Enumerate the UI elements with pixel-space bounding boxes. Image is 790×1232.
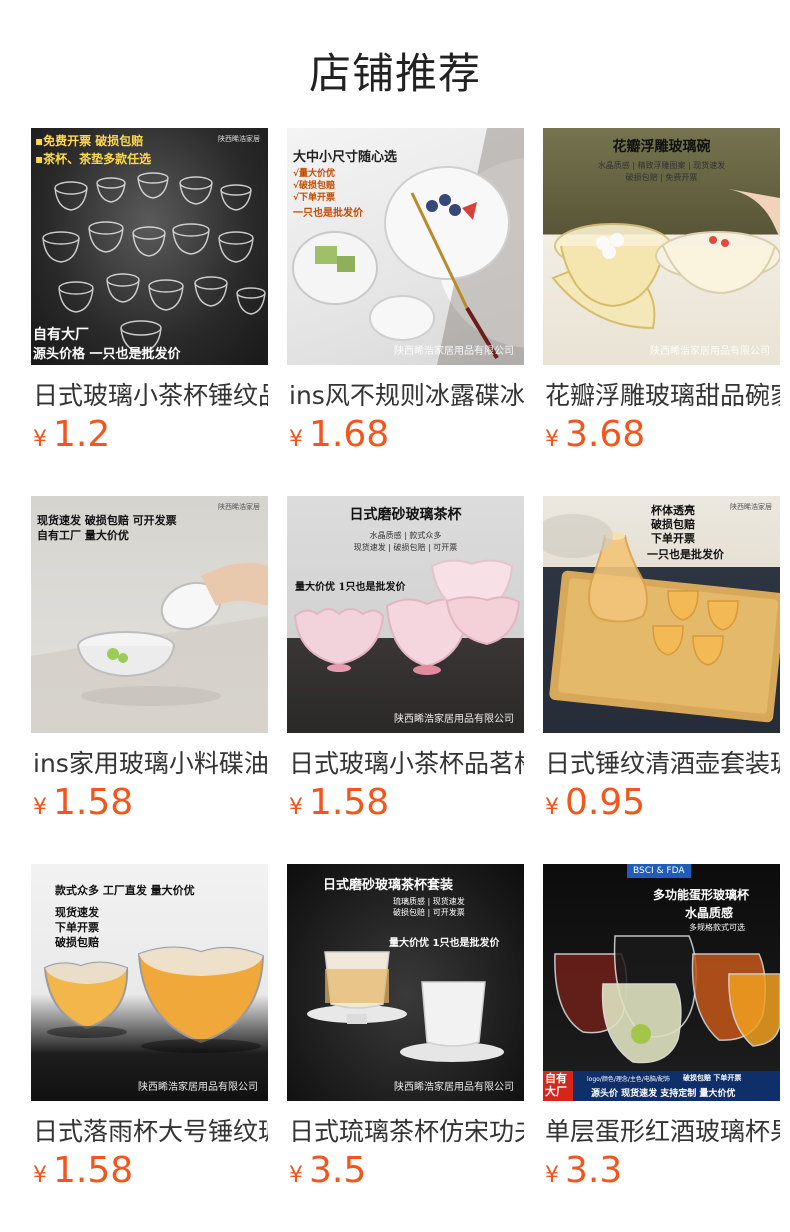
overlay-text-3a: 花瓣浮雕玻璃碗	[612, 139, 711, 155]
promo-text-2: 源头价 现货速发 支持定制 量大价优	[591, 1089, 736, 1099]
promo-text-1: 破损包赔 下单开票	[683, 1074, 742, 1082]
product-card-2[interactable]: 大中小尺寸随心选 √量大价优 √破损包赔 √下单开票 一只也是批发价 陕西睎浩家…	[287, 128, 524, 455]
overlay-text-1a: ▪免费开票 破损包赔	[35, 134, 144, 148]
overlay-text-8d: 量大价优 1只也是批发价	[389, 938, 500, 949]
product-image-8[interactable]: 日式磨砂玻璃茶杯套装 琉璃质感 | 现货速发 破损包赔 | 可开发票 量大价优 …	[287, 864, 524, 1101]
product-name-3[interactable]: 花瓣浮雕玻璃甜品碗家用沙拉碗	[545, 376, 780, 412]
product-card-9[interactable]: BSCI & FDA 多功能蛋形玻璃杯 水晶质感 多规格款式可选 自有 大厂 l…	[543, 864, 780, 1191]
overlay-text-7d: 破损包赔	[55, 936, 99, 949]
overlay-bottom-1a: 自有大厂	[33, 327, 89, 343]
watermark-2: 陕西睎浩家居用品有限公司	[394, 346, 514, 357]
product-image-9[interactable]: BSCI & FDA 多功能蛋形玻璃杯 水晶质感 多规格款式可选 自有 大厂 l…	[543, 864, 780, 1101]
product-name-1[interactable]: 日式玻璃小茶杯锤纹品茗杯	[33, 376, 268, 412]
price-value: 1.68	[309, 414, 390, 455]
overlay-text-2d: √下单开票	[293, 193, 336, 203]
product-image-4[interactable]: 现货速发 破损包赔 可开发票 自有工厂 量大价优 陕西睎浩家居	[31, 496, 268, 733]
overlay-text-3c: 破损包赔 | 免费开票	[625, 173, 698, 182]
overlay-text-5d: 量大价优 1只也是批发价	[295, 582, 406, 593]
product-name-7[interactable]: 日式落雨杯大号锤纹玻璃茶杯	[33, 1112, 268, 1148]
currency-symbol: ¥	[545, 1163, 559, 1188]
watermark-8: 陕西睎浩家居用品有限公司	[394, 1082, 514, 1093]
overlay-text-7b: 现货速发	[55, 906, 99, 919]
product-card-4[interactable]: 现货速发 破损包赔 可开发票 自有工厂 量大价优 陕西睎浩家居 ins家用玻璃小…	[31, 496, 268, 823]
brand-tag-1: 陕西睎浩家居	[218, 135, 260, 143]
watermark-7: 陕西睎浩家居用品有限公司	[138, 1082, 258, 1093]
product-card-7[interactable]: 款式众多 工厂直发 量大价优 现货速发 下单开票 破损包赔 陕西睎浩家居用品有限…	[31, 864, 268, 1191]
price-value: 1.2	[53, 414, 111, 455]
brand-tag-6: 陕西睎浩家居	[730, 503, 772, 511]
overlay-text-6d: 一只也是批发价	[647, 548, 724, 561]
product-name-4[interactable]: ins家用玻璃小料碟油碟调味碟	[33, 744, 268, 780]
overlay-text-7a: 款式众多 工厂直发 量大价优	[55, 884, 195, 897]
hammered-cups-illustration	[43, 946, 265, 1053]
watermark-3: 陕西睎浩家居用品有限公司	[650, 346, 770, 357]
product-card-3[interactable]: 花瓣浮雕玻璃碗 水晶质感 | 精致浮雕图案 | 现货速发 破损包赔 | 免费开票…	[543, 128, 780, 455]
overlay-text-8c: 破损包赔 | 可开发票	[393, 908, 465, 917]
product-image-2[interactable]: 大中小尺寸随心选 √量大价优 √破损包赔 √下单开票 一只也是批发价 陕西睎浩家…	[287, 128, 524, 365]
price-value: 0.95	[565, 782, 646, 823]
product-card-5[interactable]: 日式磨砂玻璃茶杯 水晶质感 | 款式众多 现货速发 | 破损包赔 | 可开票 量…	[287, 496, 524, 823]
currency-symbol: ¥	[33, 795, 47, 820]
overlay-text-9a: 多功能蛋形玻璃杯	[653, 888, 750, 902]
overlay-text-8a: 日式磨砂玻璃茶杯套装	[323, 878, 454, 893]
price-value: 1.58	[53, 1150, 134, 1191]
overlay-text-5a: 日式磨砂玻璃茶杯	[349, 507, 462, 523]
price-value: 3.3	[565, 1150, 623, 1191]
product-card-1[interactable]: ▪免费开票 破损包赔 ▪茶杯、茶垫多款任选 陕西睎浩家居 自有大厂 源头价格 一…	[31, 128, 268, 455]
product-image-7[interactable]: 款式众多 工厂直发 量大价优 现货速发 下单开票 破损包赔 陕西睎浩家居用品有限…	[31, 864, 268, 1101]
currency-symbol: ¥	[545, 795, 559, 820]
product-name-2[interactable]: ins风不规则冰露碟冰川纹玻璃盘	[289, 376, 524, 412]
currency-symbol: ¥	[289, 1163, 303, 1188]
page-title: 店铺推荐	[308, 49, 481, 98]
promo-tags: logo/颜色/理念/主色/电脑/配饰	[587, 1076, 670, 1083]
overlay-text-2a: 大中小尺寸随心选	[293, 150, 398, 165]
currency-symbol: ¥	[289, 795, 303, 820]
currency-symbol: ¥	[545, 427, 559, 452]
product-name-9[interactable]: 单层蛋形红酒玻璃杯果汁杯	[545, 1112, 780, 1148]
overlay-text-1b: ▪茶杯、茶垫多款任选	[35, 152, 152, 166]
product-card-6[interactable]: 杯体透亮 破损包赔 下单开票 一只也是批发价 陕西睎浩家居 日式锤纹清酒壶套装玻…	[543, 496, 780, 823]
overlay-text-7c: 下单开票	[55, 921, 99, 934]
overlay-bottom-1b: 源头价格 一只也是批发价	[33, 347, 181, 362]
factory-badge-line2: 大厂	[545, 1085, 567, 1098]
product-image-6[interactable]: 杯体透亮 破损包赔 下单开票 一只也是批发价 陕西睎浩家居	[543, 496, 780, 733]
overlay-text-6c: 下单开票	[651, 532, 695, 545]
overlay-text-9c: 多规格款式可选	[689, 923, 745, 932]
product-image-1[interactable]: ▪免费开票 破损包赔 ▪茶杯、茶垫多款任选 陕西睎浩家居 自有大厂 源头价格 一…	[31, 128, 268, 365]
overlay-text-3b: 水晶质感 | 精致浮雕图案 | 现货速发	[597, 161, 726, 170]
price-value: 3.68	[565, 414, 646, 455]
product-price-3: ¥3.68	[545, 414, 645, 455]
product-price-2: ¥1.68	[289, 414, 389, 455]
product-price-6: ¥0.95	[545, 782, 645, 823]
product-image-3[interactable]: 花瓣浮雕玻璃碗 水晶质感 | 精致浮雕图案 | 现货速发 破损包赔 | 免费开票…	[543, 128, 780, 365]
certification-badge: BSCI & FDA	[627, 864, 691, 878]
overlay-text-4b: 自有工厂 量大价优	[37, 529, 129, 542]
product-card-8[interactable]: 日式磨砂玻璃茶杯套装 琉璃质感 | 现货速发 破损包赔 | 可开发票 量大价优 …	[287, 864, 524, 1191]
currency-symbol: ¥	[33, 427, 47, 452]
product-image-5[interactable]: 日式磨砂玻璃茶杯 水晶质感 | 款式众多 现货速发 | 破损包赔 | 可开票 量…	[287, 496, 524, 733]
overlay-text-9b: 水晶质感	[685, 906, 734, 920]
product-name-5[interactable]: 日式玻璃小茶杯品茗杯功夫茶杯	[289, 744, 524, 780]
product-price-7: ¥1.58	[33, 1150, 133, 1191]
price-value: 1.58	[53, 782, 134, 823]
overlay-text-8b: 琉璃质感 | 现货速发	[393, 897, 465, 906]
product-price-9: ¥3.3	[545, 1150, 622, 1191]
product-price-1: ¥1.2	[33, 414, 110, 455]
currency-symbol: ¥	[289, 427, 303, 452]
product-name-6[interactable]: 日式锤纹清酒壶套装玻璃分酒器	[545, 744, 780, 780]
product-price-5: ¥1.58	[289, 782, 389, 823]
product-price-8: ¥3.5	[289, 1150, 366, 1191]
watermark-5: 陕西睎浩家居用品有限公司	[394, 714, 514, 725]
product-name-8[interactable]: 日式琉璃茶杯仿宋功夫茶具套装	[289, 1112, 524, 1148]
currency-symbol: ¥	[33, 1163, 47, 1188]
product-price-4: ¥1.58	[33, 782, 133, 823]
overlay-text-5c: 现货速发 | 破损包赔 | 可开票	[353, 543, 458, 552]
brand-tag-4: 陕西睎浩家居	[218, 503, 260, 511]
overlay-text-4a: 现货速发 破损包赔 可开发票	[37, 514, 177, 527]
price-value: 1.58	[309, 782, 390, 823]
overlay-text-2e: 一只也是批发价	[293, 208, 363, 219]
overlay-text-5b: 水晶质感 | 款式众多	[369, 531, 442, 540]
price-value: 3.5	[309, 1150, 367, 1191]
